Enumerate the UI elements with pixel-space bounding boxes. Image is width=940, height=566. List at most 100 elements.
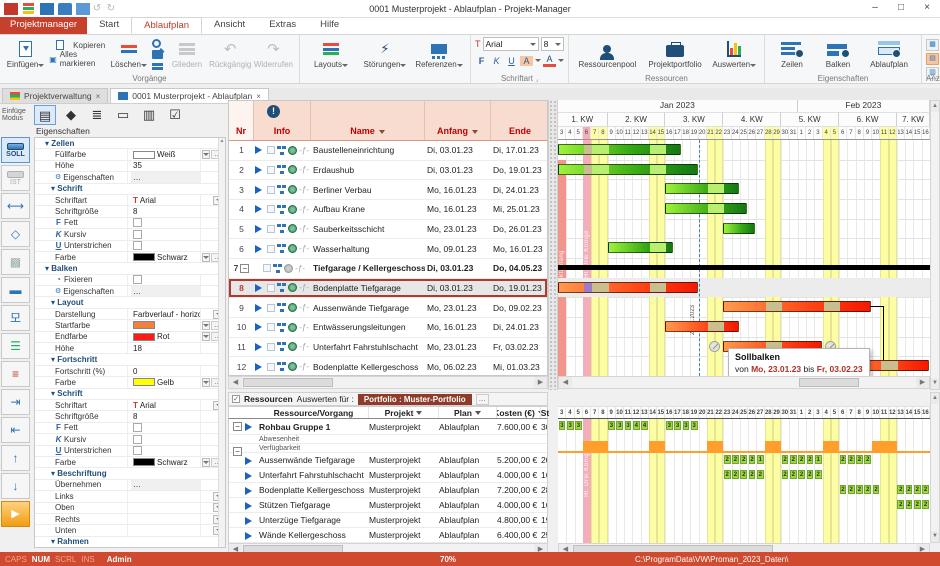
- task-row-7[interactable]: 7−-ƒ-Tiefgarage / KellergeschossDi, 03.0…: [229, 259, 547, 279]
- prop-row-fixieren[interactable]: ◔Fixieren: [35, 275, 225, 286]
- image-tool-button[interactable]: ▩: [1, 249, 30, 275]
- properties-view-icon[interactable]: ▤: [34, 105, 56, 125]
- resource-row-7[interactable]: Stützen TiefgarageMusterprojektAblaufpla…: [229, 498, 547, 513]
- display-option-icon-3[interactable]: ▤: [926, 53, 939, 65]
- structure-icon[interactable]: [277, 283, 286, 292]
- link-icon[interactable]: -ƒ-: [299, 244, 309, 253]
- task-checkbox-icon[interactable]: [267, 304, 275, 312]
- task-arrow-icon[interactable]: [255, 323, 266, 331]
- tab-hilfe[interactable]: Hilfe: [308, 17, 351, 34]
- prop-checkbox[interactable]: [133, 423, 142, 432]
- prop-row-schriftgr-e[interactable]: Schriftgröße8: [35, 411, 225, 422]
- align-icon[interactable]: [152, 61, 163, 72]
- link-icon[interactable]: -ƒ-: [299, 185, 309, 194]
- highlight-button[interactable]: A: [520, 56, 533, 66]
- display-option-icon-1[interactable]: ▦: [926, 39, 939, 51]
- checklist-icon[interactable]: ☑: [164, 105, 186, 125]
- structure-icon[interactable]: [277, 323, 286, 332]
- task-row-1[interactable]: 1-ƒ-BaustelleneinrichtungDi, 03.01.23Di,…: [229, 141, 547, 161]
- globe-icon[interactable]: [288, 362, 297, 371]
- structure-icon[interactable]: [273, 264, 282, 273]
- einfuegen-button[interactable]: Einfügen: [4, 37, 47, 69]
- summary-bar[interactable]: [558, 265, 930, 270]
- vertical-splitter[interactable]: [548, 100, 558, 390]
- prop-checkbox[interactable]: [133, 241, 142, 250]
- indent-left-button[interactable]: ⇤: [1, 417, 30, 443]
- auswerten-button[interactable]: Auswerten: [708, 37, 760, 69]
- bar-tool-button[interactable]: ▬: [1, 277, 30, 303]
- prop-checkbox[interactable]: [133, 446, 142, 455]
- task-bar[interactable]: [665, 203, 747, 214]
- globe-icon[interactable]: [288, 283, 297, 292]
- soll-bar[interactable]: [723, 301, 871, 312]
- resource-row-4[interactable]: Aussenwände TiefgarageMusterprojektAblau…: [229, 453, 547, 468]
- task-row-2[interactable]: 2-ƒ-ErdaushubDi, 03.01.23Do, 19.01.23: [229, 161, 547, 181]
- task-row-10[interactable]: 10-ƒ-EntwässerungsleitungenMo, 16.01.23D…: [229, 318, 547, 338]
- zoom-icon[interactable]: [152, 39, 161, 48]
- status-zoom[interactable]: 70%: [440, 555, 456, 564]
- prop-row-endfarbe[interactable]: EndfarbeRot…: [35, 332, 225, 343]
- task-arrow-icon[interactable]: [255, 304, 266, 312]
- prop-value[interactable]: [131, 434, 201, 444]
- prop-row-eigenschaften[interactable]: ⚙Eigenschaften…: [35, 172, 225, 183]
- prop-row-fett[interactable]: FFett: [35, 423, 225, 434]
- play-button[interactable]: ▶: [1, 501, 30, 527]
- prop-row-startfarbe[interactable]: Startfarbe…: [35, 320, 225, 331]
- resource-row-3[interactable]: −Verfügbarkeit: [229, 444, 547, 453]
- prop-value[interactable]: …: [131, 286, 201, 296]
- task-table-hscrollbar[interactable]: ◀▶: [228, 376, 548, 389]
- structure-icon[interactable]: [277, 342, 286, 351]
- task-arrow-icon[interactable]: [255, 166, 266, 174]
- week-label[interactable]: 5. KW: [781, 112, 839, 126]
- referenzen-button[interactable]: Referenzen: [412, 37, 466, 69]
- prop-value[interactable]: [131, 241, 201, 251]
- prop-row-unterstrichen[interactable]: UUnterstrichen: [35, 446, 225, 457]
- task-arrow-icon[interactable]: [255, 225, 266, 233]
- prop-value[interactable]: …: [131, 172, 201, 182]
- sort-icon[interactable]: [379, 130, 385, 134]
- globe-icon[interactable]: [288, 342, 297, 351]
- prop-row-farbe[interactable]: FarbeSchwarz…: [35, 252, 225, 263]
- globe-icon[interactable]: [288, 185, 297, 194]
- close-tab-icon[interactable]: ×: [96, 92, 101, 101]
- tab-start[interactable]: Start: [87, 17, 131, 34]
- prop-value[interactable]: TArial: [131, 400, 201, 410]
- task-checkbox-icon[interactable]: [267, 363, 275, 371]
- column-header-nr[interactable]: Nr: [229, 101, 254, 140]
- structure-icon[interactable]: [277, 165, 286, 174]
- prop-value[interactable]: 8: [131, 411, 201, 421]
- gantt-vertical-scrollbar[interactable]: ▲▼: [930, 100, 940, 390]
- portfolio-selector[interactable]: Portfolio : Muster-Portfolio: [358, 394, 472, 405]
- prop-value[interactable]: [131, 514, 201, 524]
- prop-row-rechts[interactable]: Rechts: [35, 514, 225, 525]
- task-row-4[interactable]: 4-ƒ-Aufbau KraneMo, 16.01.23Mi, 25.01.23: [229, 200, 547, 220]
- link-icon[interactable]: -ƒ-: [299, 342, 309, 351]
- font-color-button[interactable]: A: [543, 54, 556, 67]
- globe-icon[interactable]: [288, 323, 297, 332]
- link-icon[interactable]: -ƒ-: [299, 146, 309, 155]
- globe-icon[interactable]: [288, 244, 297, 253]
- globe-icon[interactable]: [288, 224, 297, 233]
- week-label[interactable]: 4. KW: [723, 112, 781, 126]
- prop-checkbox[interactable]: [133, 218, 142, 227]
- task-arrow-icon[interactable]: [255, 146, 266, 154]
- app-menu-button[interactable]: Projektmanager: [0, 17, 87, 34]
- dialog-launcher-icon[interactable]: ⌟: [535, 77, 538, 83]
- prop-row-unten[interactable]: Unten: [35, 525, 225, 536]
- prop-row-links[interactable]: Links: [35, 491, 225, 502]
- gantt-hscrollbar[interactable]: ◀▶: [558, 376, 930, 389]
- layouts-button[interactable]: Layouts: [304, 37, 358, 69]
- task-arrow-icon[interactable]: [255, 205, 266, 213]
- milestone-tool-button[interactable]: ◇: [1, 221, 30, 247]
- prop-value[interactable]: [131, 503, 201, 513]
- prop-value[interactable]: Farbverlauf - horizontal: [131, 309, 201, 319]
- prop-value[interactable]: 0: [131, 366, 201, 376]
- task-arrow-icon[interactable]: [255, 343, 266, 351]
- split-bars-button[interactable]: ≡: [1, 361, 30, 387]
- link-icon[interactable]: -ƒ-: [299, 303, 309, 312]
- resources-vertical-scrollbar[interactable]: ▲▼: [930, 392, 940, 543]
- task-bar[interactable]: [608, 242, 673, 253]
- prop-row-eigenschaften[interactable]: ⚙Eigenschaften…: [35, 286, 225, 297]
- dropdown-icon[interactable]: [202, 458, 210, 467]
- task-checkbox-icon[interactable]: [267, 166, 275, 174]
